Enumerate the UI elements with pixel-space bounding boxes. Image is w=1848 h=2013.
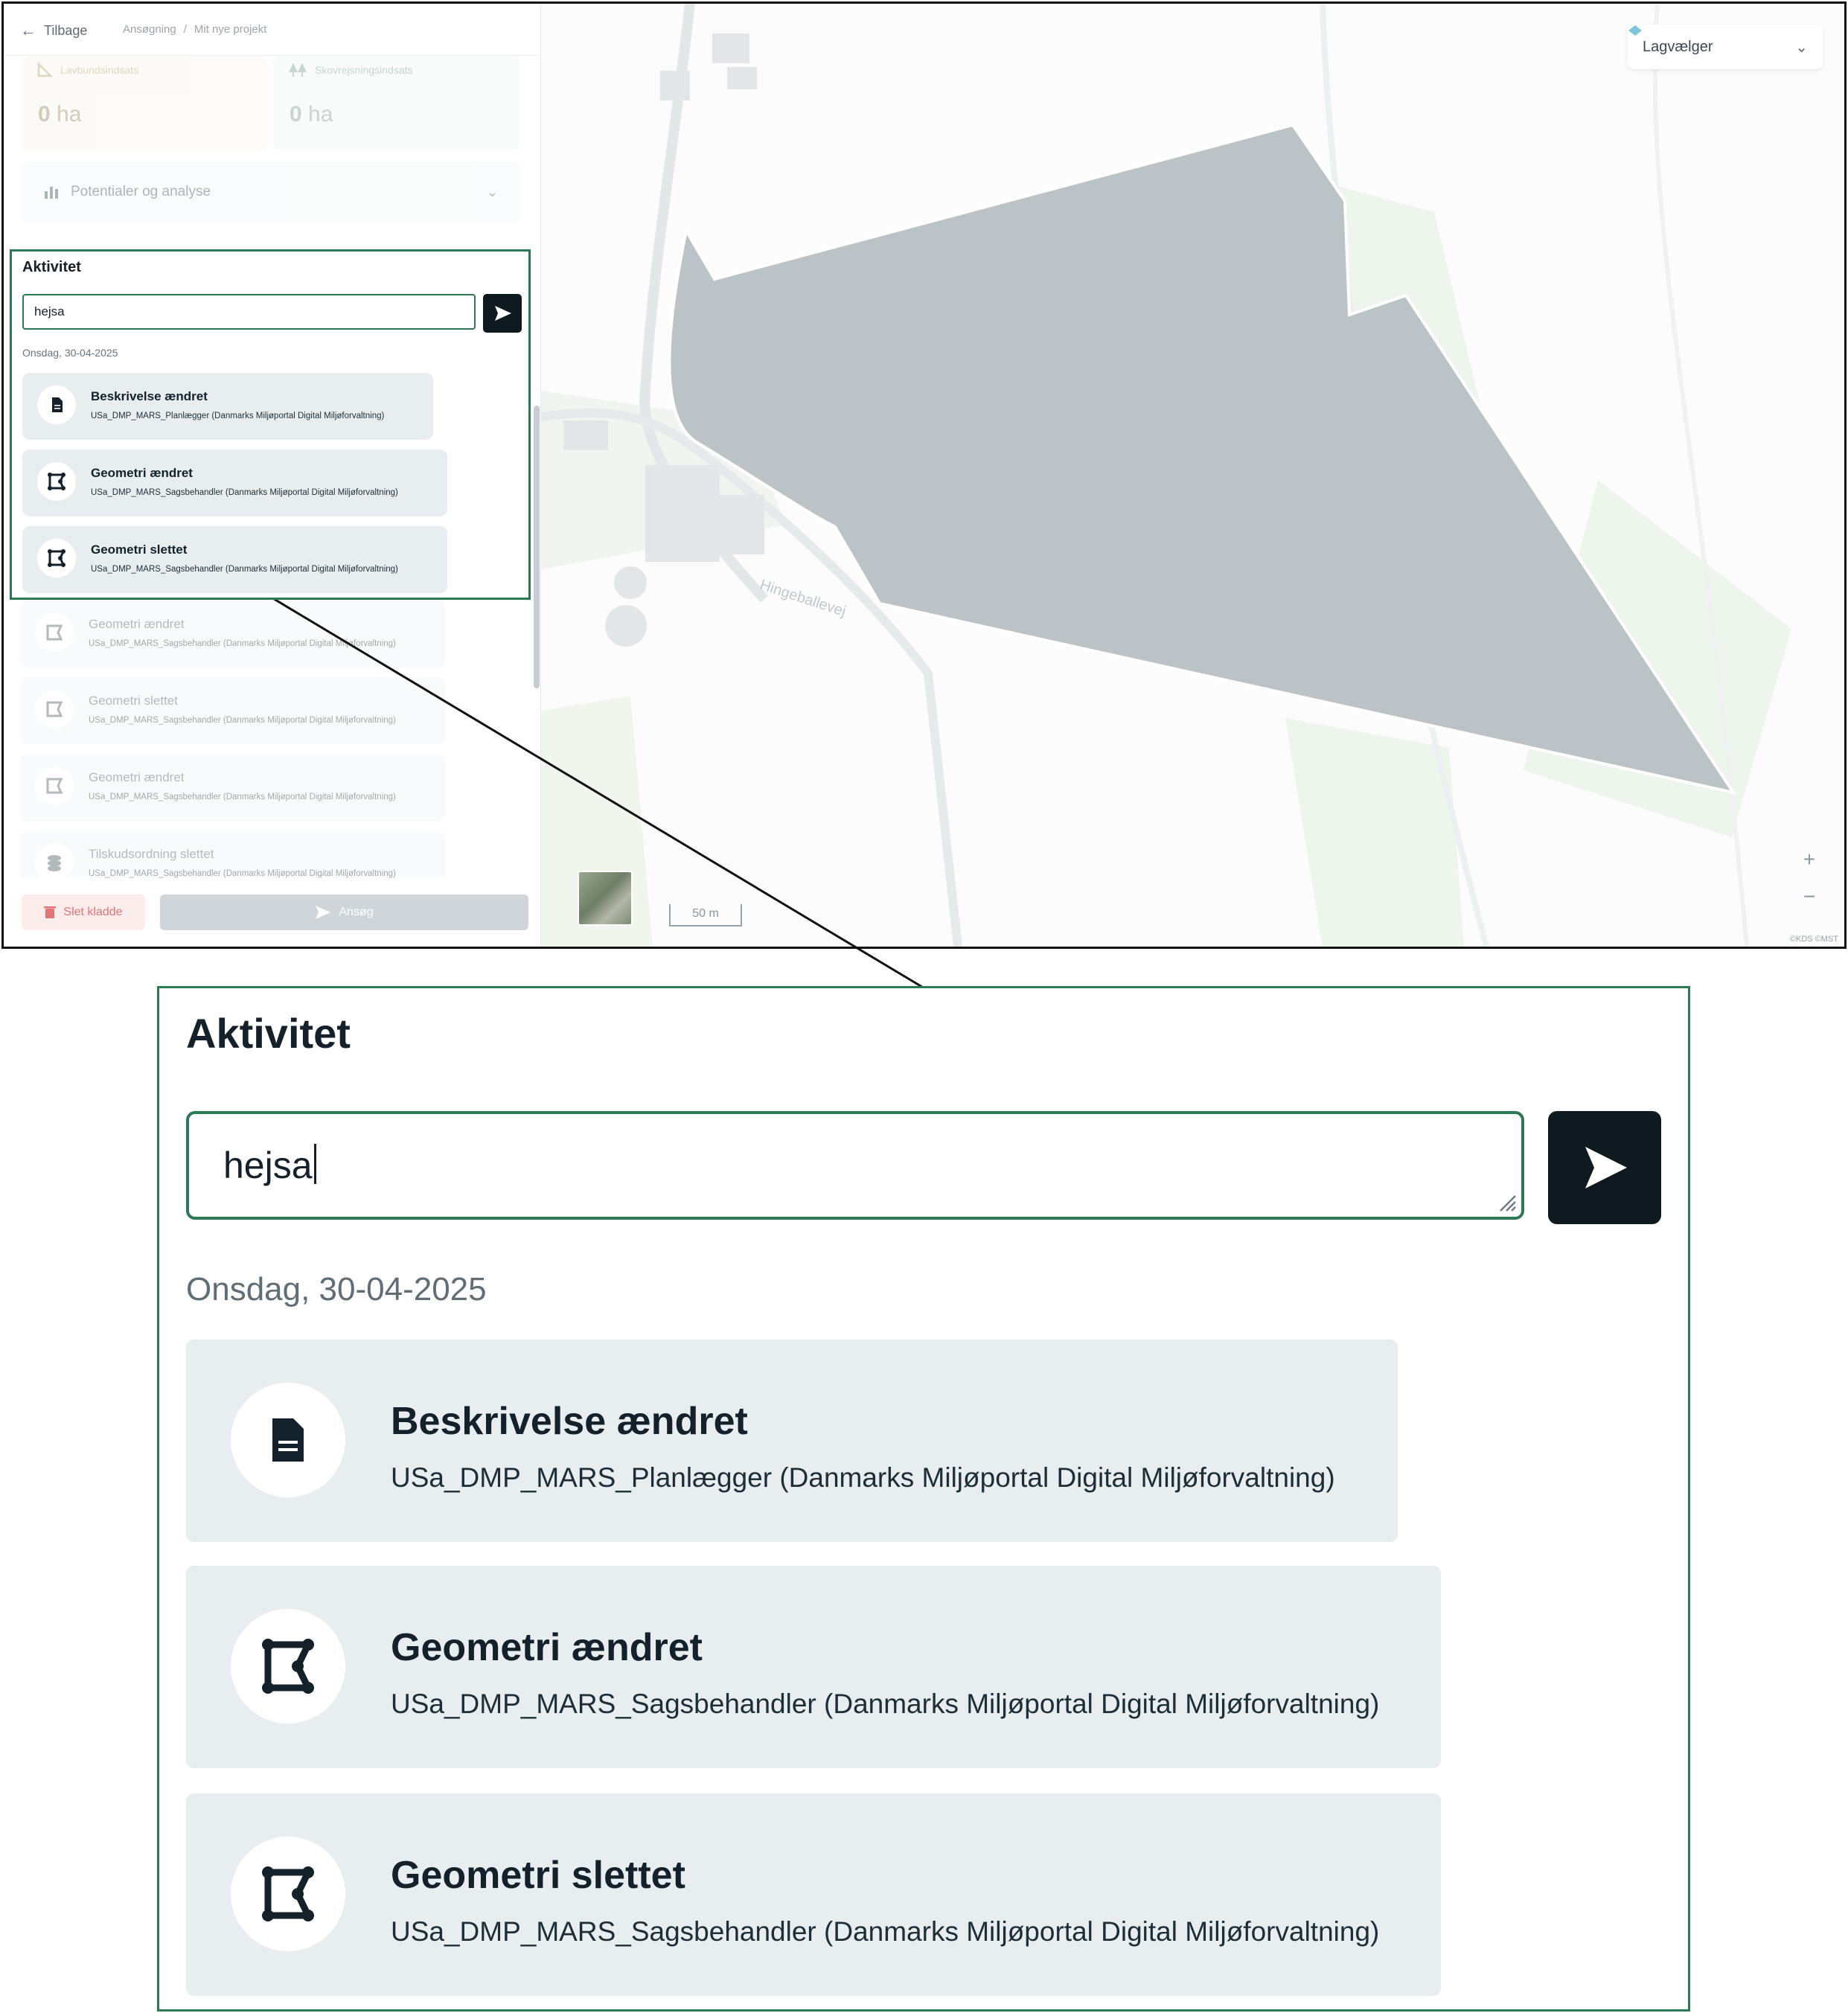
polygon-icon	[46, 701, 63, 717]
activity-comment-input[interactable]: hejsa	[22, 294, 476, 330]
stat-value: 0 ha	[290, 102, 333, 127]
back-button[interactable]: ← Tilbage	[20, 20, 87, 41]
coins-icon	[48, 855, 61, 871]
polygon-icon	[46, 624, 63, 641]
chevron-down-icon: ⌄	[486, 184, 498, 199]
activity-panel-small: Aktivitet hejsa Onsdag, 30-04-2025 Beskr…	[10, 249, 531, 600]
activity-item-user: USa_DMP_MARS_Sagsbehandler (Danmarks Mil…	[89, 716, 396, 725]
activity-item[interactable]: Geometri ændret USa_DMP_MARS_Sagsbehandl…	[20, 754, 445, 821]
back-label: Tilbage	[44, 22, 88, 38]
activity-item-title: Tilskudsordning slettet	[89, 847, 214, 861]
activity-item-user: USa_DMP_MARS_Sagsbehandler (Danmarks Mil…	[391, 1916, 1380, 1947]
polygon-icon	[262, 1866, 314, 1921]
activity-item-user: USa_DMP_MARS_Sagsbehandler (Danmarks Mil…	[391, 1689, 1380, 1719]
activity-item-title: Geometri slettet	[89, 694, 178, 708]
send-button[interactable]	[483, 294, 522, 333]
delete-draft-button[interactable]: Slet kladde	[22, 895, 145, 930]
activity-item[interactable]: Geometri slettet USa_DMP_MARS_Sagsbehand…	[186, 1793, 1441, 1996]
apply-label: Ansøg	[339, 906, 374, 918]
activity-item-title: Geometri slettet	[91, 543, 188, 557]
ruler-triangle-icon	[37, 62, 53, 77]
activity-item[interactable]: Geometri ændret USa_DMP_MARS_Sagsbehandl…	[20, 601, 445, 668]
map-canvas[interactable]	[541, 4, 1844, 947]
delete-draft-label: Slet kladde	[63, 906, 123, 918]
activity-date: Onsdag, 30-04-2025	[22, 347, 118, 359]
activity-item-user: USa_DMP_MARS_Sagsbehandler (Danmarks Mil…	[91, 565, 398, 574]
action-bar: Slet kladde Ansøg	[4, 878, 540, 947]
map-attribution: ©KDS ©MST	[1789, 935, 1838, 944]
activity-item-title: Geometri ændret	[89, 770, 185, 784]
apply-button[interactable]: Ansøg	[160, 895, 528, 930]
activity-item-title: Beskrivelse ændret	[91, 389, 208, 403]
send-icon	[316, 906, 331, 919]
zoom-in-button[interactable]: +	[1793, 843, 1826, 876]
send-button[interactable]	[1548, 1111, 1661, 1224]
document-icon	[52, 397, 63, 412]
activity-item[interactable]: Beskrivelse ændret USa_DMP_MARS_Planlægg…	[22, 373, 433, 440]
trash-icon	[44, 906, 57, 918]
activity-item-title: Geometri slettet	[391, 1854, 685, 1897]
layers-icon	[1628, 25, 1642, 36]
stat-card-lavbund: Lavbundsindsats 0 ha	[22, 56, 267, 151]
stat-label: Skovrejsningsindsats	[315, 64, 413, 76]
activity-comment-input[interactable]: hejsa	[186, 1111, 1524, 1220]
activity-item[interactable]: Beskrivelse ændret USa_DMP_MARS_Planlægg…	[186, 1340, 1398, 1542]
activity-item-user: USa_DMP_MARS_Sagsbehandler (Danmarks Mil…	[91, 488, 398, 497]
activity-item-user: USa_DMP_MARS_Planlægger (Danmarks Miljøp…	[91, 412, 385, 420]
trees-icon	[289, 63, 307, 77]
scale-bar: 50 m	[669, 904, 742, 927]
activity-item-title: Geometri ændret	[89, 617, 185, 631]
arrow-left-icon: ←	[20, 21, 36, 39]
activity-item[interactable]: Geometri slettet USa_DMP_MARS_Sagsbehand…	[20, 677, 445, 744]
activity-item-user: USa_DMP_MARS_Sagsbehandler (Danmarks Mil…	[89, 639, 396, 648]
activity-input-value: hejsa	[223, 1145, 313, 1186]
polygon-icon	[46, 778, 63, 794]
sidebar-scrollbar[interactable]	[534, 406, 540, 688]
accordion-label: Potentialer og analyse	[71, 184, 211, 199]
activity-title: Aktivitet	[186, 1010, 351, 1057]
send-icon	[1585, 1147, 1627, 1188]
stat-card-skovrejsning: Skovrejsningsindsats 0 ha	[273, 56, 519, 151]
analysis-accordion[interactable]: Potentialer og analyse ⌄	[22, 161, 520, 223]
activity-item-title: Geometri ændret	[91, 466, 193, 480]
activity-item-user: USa_DMP_MARS_Planlægger (Danmarks Miljøp…	[391, 1462, 1335, 1493]
stat-label: Lavbundsindsats	[60, 64, 139, 76]
activity-item-user: USa_DMP_MARS_Sagsbehandler (Danmarks Mil…	[89, 793, 396, 801]
sidebar: ← Tilbage Ansøgning / Mit nye projekt La…	[4, 4, 541, 947]
basemap-toggle[interactable]	[578, 871, 633, 926]
layer-picker-button[interactable]: Lagvælger ⌄	[1628, 25, 1823, 69]
map-view[interactable]: Hingeballevej Lagvælger ⌄ + − 50 m ©KDS …	[541, 4, 1844, 947]
app-screenshot: ← Tilbage Ansøgning / Mit nye projekt La…	[1, 1, 1847, 949]
document-icon	[272, 1418, 304, 1462]
breadcrumb-separator: /	[183, 23, 187, 36]
breadcrumb: Ansøgning / Mit nye projekt	[123, 23, 266, 36]
top-bar: ← Tilbage Ansøgning / Mit nye projekt	[4, 4, 540, 56]
breadcrumb-item[interactable]: Ansøgning	[123, 23, 176, 36]
layer-picker-label: Lagvælger	[1643, 38, 1713, 55]
zoom-out-button[interactable]: −	[1793, 880, 1826, 913]
breadcrumb-item: Mit nye projekt	[194, 23, 267, 36]
polygon-icon	[48, 549, 65, 567]
polygon-icon	[48, 473, 65, 490]
activity-item[interactable]: Geometri slettet USa_DMP_MARS_Sagsbehand…	[22, 526, 447, 593]
send-icon	[495, 306, 511, 321]
activity-date: Onsdag, 30-04-2025	[186, 1271, 487, 1308]
activity-item[interactable]: Geometri ændret USa_DMP_MARS_Sagsbehandl…	[186, 1566, 1441, 1768]
text-caret	[313, 1144, 316, 1184]
polygon-icon	[262, 1639, 314, 1694]
activity-title: Aktivitet	[22, 259, 81, 275]
activity-panel-zoomed: Aktivitet hejsa Onsdag, 30-04-2025 Beskr…	[157, 986, 1690, 2012]
stat-value: 0 ha	[38, 102, 82, 127]
activity-item[interactable]: Geometri ændret USa_DMP_MARS_Sagsbehandl…	[22, 449, 447, 516]
activity-item-title: Beskrivelse ændret	[391, 1400, 748, 1443]
activity-item-title: Geometri ændret	[391, 1626, 703, 1669]
resize-handle-icon[interactable]	[1497, 1193, 1517, 1212]
activity-item-user: USa_DMP_MARS_Sagsbehandler (Danmarks Mil…	[89, 869, 396, 878]
chevron-down-icon: ⌄	[1795, 39, 1808, 56]
bar-chart-icon	[45, 187, 58, 199]
